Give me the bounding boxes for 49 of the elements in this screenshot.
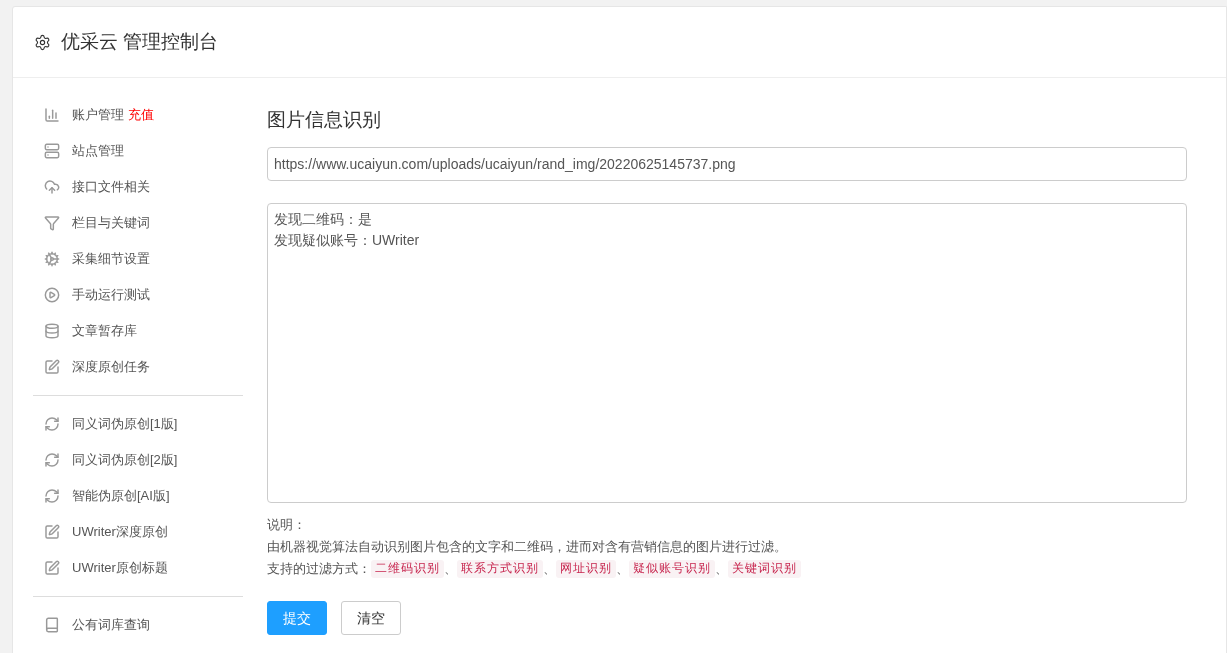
sidebar-link[interactable]: 智能伪原创[AI版]: [72, 486, 170, 506]
sidebar-link[interactable]: 同义词伪原创[2版]: [72, 450, 178, 470]
edit-icon: [44, 524, 60, 540]
server-icon: [44, 143, 60, 159]
sidebar-link[interactable]: 同义词伪原创[1版]: [72, 414, 178, 434]
result-field[interactable]: 发现二维码：是 发现疑似账号：UWriter: [267, 203, 1187, 503]
sidebar-link[interactable]: 站点管理: [72, 141, 124, 161]
sidebar-link[interactable]: 采集细节设置: [72, 249, 150, 269]
edit-icon: [44, 359, 60, 375]
sidebar-link[interactable]: UWriter深度原创: [72, 522, 168, 542]
result-line: 发现疑似账号：UWriter: [274, 231, 420, 250]
edit-icon: [44, 560, 60, 576]
method-tag: 疑似账号识别: [629, 560, 715, 578]
method-tag: 二维码识别: [371, 560, 444, 578]
gear-icon: [44, 251, 60, 267]
section-title: 图片信息识别: [267, 108, 382, 132]
sidebar-link[interactable]: 深度原创任务: [72, 357, 150, 377]
sidebar-link[interactable]: 账户管理: [72, 105, 124, 125]
refresh-icon: [44, 452, 60, 468]
method-tag: 网址识别: [556, 560, 616, 578]
sidebar-link[interactable]: 接口文件相关: [72, 177, 150, 197]
separator: 、: [543, 560, 556, 578]
separator: 、: [616, 560, 629, 578]
note-text: 由机器视觉算法自动识别图片包含的文字和二维码，进而对含有营销信息的图片进行过滤。: [267, 538, 787, 556]
separator: 、: [444, 560, 457, 578]
url-field[interactable]: https://www.ucaiyun.com/uploads/ucaiyun/rand_img/20220625145737.png: [267, 147, 1187, 181]
clear-button[interactable]: 清空: [341, 601, 401, 635]
refresh-icon: [44, 488, 60, 504]
note-label: 说明：: [267, 516, 306, 534]
sidebar-link[interactable]: 文章暂存库: [72, 321, 137, 341]
settings-icon: [34, 33, 51, 51]
result-line: 发现二维码：是: [274, 210, 372, 229]
bar-chart-icon: [44, 107, 60, 123]
sidebar-link[interactable]: 手动运行测试: [72, 285, 150, 305]
sidebar-link[interactable]: 栏目与关键词: [72, 213, 150, 233]
console-title: 优采云 管理控制台: [61, 29, 219, 54]
separator: 、: [715, 560, 728, 578]
cloud-upload-icon: [44, 179, 60, 195]
method-tag: 关键词识别: [728, 560, 801, 578]
sidebar-link[interactable]: UWriter原创标题: [72, 558, 168, 578]
sidebar-link[interactable]: 公有词库查询: [72, 615, 150, 635]
methods-label: 支持的过滤方式：: [267, 560, 371, 578]
book-icon: [44, 617, 60, 633]
play-icon: [44, 287, 60, 303]
recharge-link[interactable]: 充值: [128, 105, 154, 125]
method-tag: 联系方式识别: [457, 560, 543, 578]
filter-icon: [44, 215, 60, 231]
refresh-icon: [44, 416, 60, 432]
database-icon: [44, 323, 60, 339]
